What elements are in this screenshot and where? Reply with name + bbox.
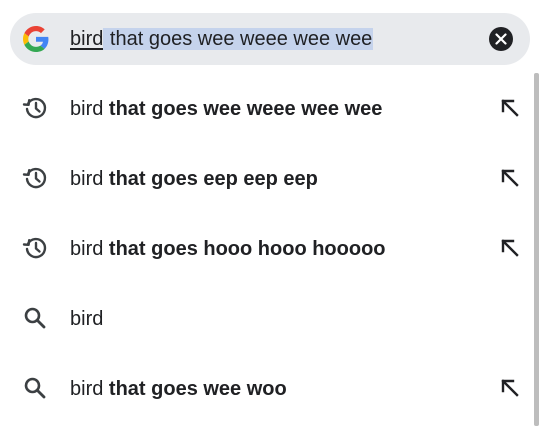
clear-button[interactable] [489,27,513,51]
suggestion-item[interactable]: bird [0,283,530,353]
suggestion-item[interactable]: bird that goes eep eep eep [0,143,530,213]
fill-query-arrow-icon[interactable] [498,96,522,120]
google-g-icon [23,26,49,52]
history-icon [22,237,47,259]
suggestion-item[interactable]: bird that goes wee woo [0,353,530,423]
search-input[interactable]: bird that goes wee weee wee wee [70,25,374,53]
suggestion-text: bird [70,308,104,330]
fill-query-arrow-icon[interactable] [498,376,522,400]
history-icon [22,97,47,119]
fill-query-arrow-icon[interactable] [498,166,522,190]
close-icon [495,33,507,45]
suggestion-text: bird that goes wee weee wee wee [70,98,383,120]
fill-query-arrow-icon[interactable] [498,236,522,260]
search-icon [24,307,46,329]
suggestion-list: bird that goes wee weee wee wee bird tha… [0,73,530,423]
suggestion-text: bird that goes eep eep eep [70,168,318,190]
history-icon [22,167,47,189]
search-bar[interactable]: bird that goes wee weee wee wee [10,13,530,65]
suggestion-item[interactable]: bird that goes hooo hooo hooooo [0,213,530,283]
suggestion-text: bird that goes wee woo [70,378,287,400]
typed-query: bird [70,28,104,50]
search-icon [24,377,46,399]
suggestion-item[interactable]: bird that goes wee weee wee wee [0,73,530,143]
autocomplete-selection: that goes wee weee wee wee [103,28,374,50]
suggestion-text: bird that goes hooo hooo hooooo [70,238,386,260]
scrollbar[interactable] [534,73,539,426]
